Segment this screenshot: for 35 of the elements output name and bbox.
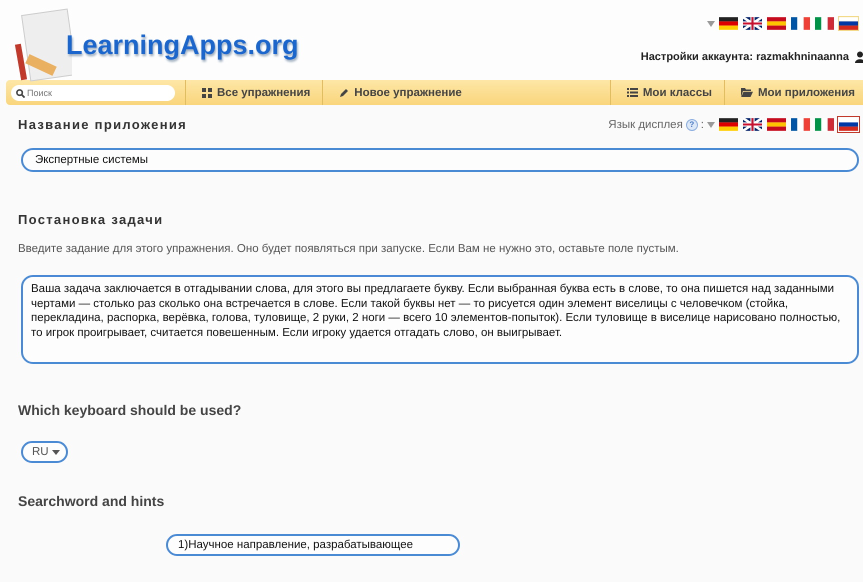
app-name-field[interactable]: Экспертные системы bbox=[21, 148, 859, 172]
grid-icon bbox=[202, 88, 212, 98]
instruction-text: Введите задание для этого упражнения. Оно будет появляться при запуске. Если Вам не нужно это, оставьте поле пустым. bbox=[18, 243, 680, 255]
flag-icon[interactable] bbox=[790, 117, 811, 132]
hint-field[interactable]: 1)Научное направление, разрабатывающее bbox=[166, 534, 460, 556]
flag-icon[interactable] bbox=[742, 117, 763, 132]
search-icon bbox=[16, 88, 25, 98]
flag-icon[interactable] bbox=[742, 16, 763, 31]
flag-icon[interactable] bbox=[718, 16, 739, 31]
flag-icon[interactable] bbox=[838, 16, 859, 31]
caret-icon bbox=[52, 450, 60, 454]
site-logo[interactable]: LearningApps.org bbox=[66, 30, 299, 61]
section-heading: Which keyboard should be used? bbox=[18, 402, 242, 418]
folder-icon bbox=[740, 88, 753, 97]
flag-icon[interactable] bbox=[718, 117, 739, 132]
flag-icon[interactable] bbox=[838, 117, 859, 132]
search-field[interactable]: Поиск bbox=[11, 84, 175, 100]
caret-icon[interactable] bbox=[707, 20, 715, 26]
user-icon[interactable] bbox=[855, 51, 863, 63]
section-heading: Постановка задачи bbox=[18, 212, 164, 227]
language-label: Язык дисплея bbox=[608, 118, 683, 130]
keyboard-dropdown[interactable]: RU bbox=[21, 441, 68, 463]
list-icon bbox=[626, 88, 638, 97]
account-settings-link[interactable]: Настройки аккаунта: razmakhninaanna bbox=[640, 51, 849, 63]
pencil-icon bbox=[339, 88, 350, 98]
task-field[interactable]: Ваша задача заключается в отгадывании слова, для этого вы предлагаете букву. Если выбранная буква есть в слове, то она пишется над заданными чертами — столько раз сколько она встречается в слове. Если такой буквы нет — то рисуется один элемент виселицы с человечком (стойка, перекладина, распорка, верёвка, голова, туловище, 2 руки, 2 ноги — всего 10 элементов-попыток). Если туловище в виселице нарисовано полностью, то игрок проигрывает, считается повешенным. Если игроку удается отгадать слово, он выигрывает. bbox=[21, 275, 859, 364]
section-heading: Название приложения bbox=[18, 117, 188, 132]
flag-icon[interactable] bbox=[790, 16, 811, 31]
caret-icon[interactable] bbox=[707, 122, 715, 128]
nav-link[interactable]: Мои классы bbox=[610, 80, 724, 105]
section-heading: Searchword and hints bbox=[18, 493, 166, 509]
nav-link[interactable]: Все упражнения bbox=[185, 80, 322, 105]
nav-link[interactable]: Новое упражнение bbox=[322, 80, 610, 105]
nav-link[interactable]: Мои приложения bbox=[724, 80, 863, 105]
separator-text: : bbox=[700, 118, 704, 130]
